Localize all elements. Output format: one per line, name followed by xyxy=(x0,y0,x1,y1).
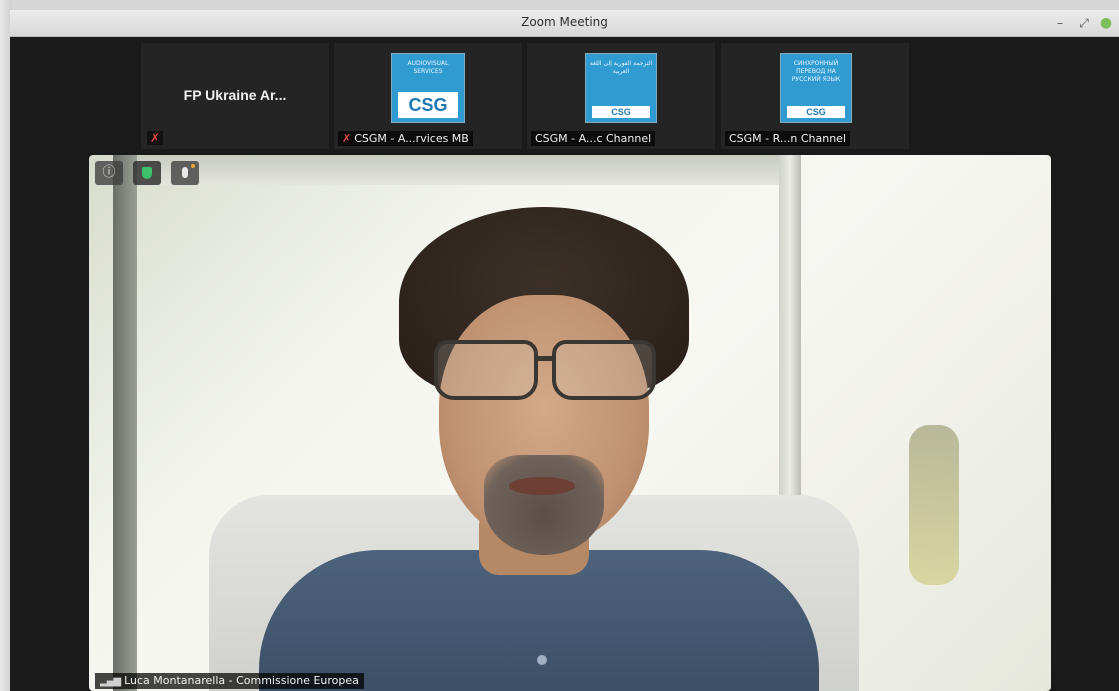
shield-glyph xyxy=(142,167,152,179)
meeting-content: FP Ukraine Ar... ✗ AUDIOVISUAL SERVICES … xyxy=(10,37,1119,691)
minimize-button[interactable]: – xyxy=(1050,13,1070,33)
speaker-name: Luca Montanarella - Commissione Europea xyxy=(124,674,359,687)
glasses-lens-right xyxy=(552,340,656,400)
microphone-glyph xyxy=(182,164,195,178)
participant-thumbnail-csgm-russian-channel[interactable]: СИНХРОННЫЙ ПЕРЕВОД НА РУССКИЙ ЯЗЫК CSG C… xyxy=(721,43,909,149)
info-icon[interactable]: ⓘ xyxy=(95,161,123,185)
close-button[interactable]: ● xyxy=(1096,13,1116,33)
signal-icon: ▂▄▆ xyxy=(100,676,121,687)
shield-icon[interactable] xyxy=(133,161,161,185)
zoom-window: Zoom Meeting – ⤢ ● FP Ukraine Ar... ✗ AU… xyxy=(10,10,1119,691)
shirt-button xyxy=(537,655,547,665)
logo-brand: CSG xyxy=(787,106,845,118)
csg-logo: AUDIOVISUAL SERVICES CSG xyxy=(391,53,465,123)
active-speaker-video[interactable]: ⓘ ▂▄▆ Luca Montanarella - Commissione Eur… xyxy=(89,155,1051,691)
background-plant xyxy=(909,425,959,585)
window-title: Zoom Meeting xyxy=(521,15,608,29)
participant-name: CSGM - A...c Channel xyxy=(535,132,652,145)
participant-name-display: FP Ukraine Ar... xyxy=(183,87,287,103)
participant-name: CSGM - A...rvices MB xyxy=(354,132,469,145)
speaker-beard xyxy=(484,455,604,555)
logo-brand: CSG xyxy=(592,106,650,118)
participant-thumbnail-csgm-arabic-channel[interactable]: الترجمة الفورية إلى اللغة العربية CSG CS… xyxy=(527,43,715,149)
speaker-glasses xyxy=(434,340,659,400)
maximize-button[interactable]: ⤢ xyxy=(1074,13,1094,33)
logo-caption: الترجمة الفورية إلى اللغة العربية xyxy=(589,60,653,75)
mic-activity-dot xyxy=(191,164,195,168)
csg-logo: СИНХРОННЫЙ ПЕРЕВОД НА РУССКИЙ ЯЗЫК CSG xyxy=(780,53,852,123)
logo-caption: AUDIOVISUAL SERVICES xyxy=(407,60,449,75)
csg-logo: الترجمة الفورية إلى اللغة العربية CSG xyxy=(585,53,657,123)
participant-label: ✗ CSGM - A...rvices MB xyxy=(338,131,473,146)
title-bar[interactable]: Zoom Meeting – ⤢ ● xyxy=(10,10,1119,37)
participant-label: CSGM - A...c Channel xyxy=(531,131,656,146)
participant-thumbnail-csgm-av-services[interactable]: AUDIOVISUAL SERVICES CSG ✗ CSGM - A...rvi… xyxy=(334,43,522,149)
glasses-bridge xyxy=(534,356,554,361)
desktop-background: Zoom Meeting – ⤢ ● FP Ukraine Ar... ✗ AU… xyxy=(0,0,1119,691)
participant-name: CSGM - R...n Channel xyxy=(729,132,847,145)
speaker-name-label: ▂▄▆ Luca Montanarella - Commissione Europ… xyxy=(95,673,364,689)
logo-brand: CSG xyxy=(398,92,458,118)
participant-label: CSGM - R...n Channel xyxy=(725,131,851,146)
speaker-mouth xyxy=(509,477,575,495)
logo-caption: СИНХРОННЫЙ ПЕРЕВОД НА РУССКИЙ ЯЗЫК xyxy=(791,60,841,83)
microphone-icon[interactable] xyxy=(171,161,199,185)
muted-microphone-icon: ✗ xyxy=(147,131,164,145)
glasses-lens-left xyxy=(434,340,538,400)
muted-microphone-icon: ✗ xyxy=(342,132,352,145)
window-frame-left xyxy=(113,155,137,691)
participant-thumbnail-fp-ukraine[interactable]: FP Ukraine Ar... ✗ xyxy=(141,43,329,149)
window-frame-top xyxy=(137,155,779,185)
